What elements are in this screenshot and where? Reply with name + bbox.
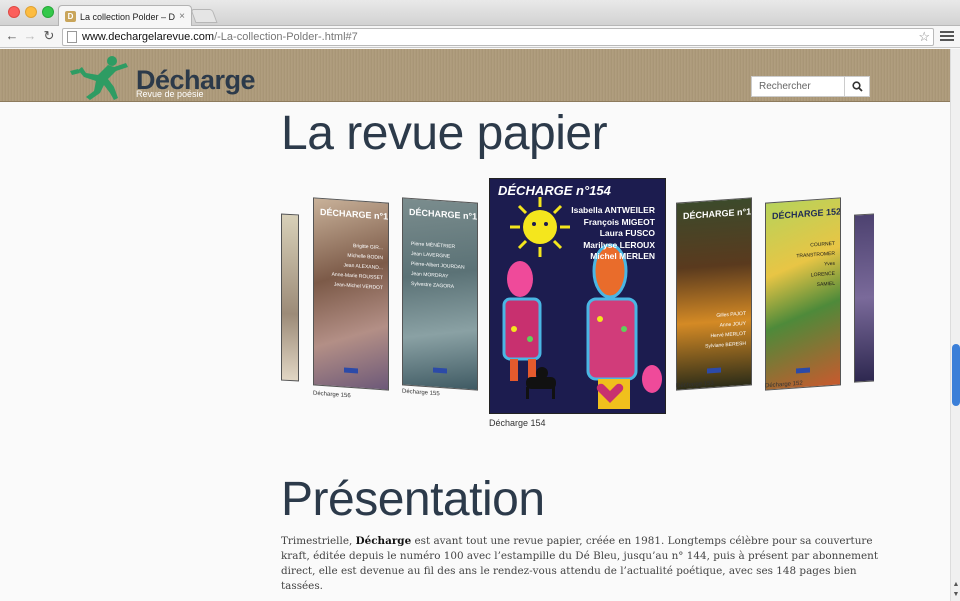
cover-tag [796, 367, 810, 374]
browser-toolbar: ← → ↻ www.dechargelarevue.com/-La-collec… [0, 26, 960, 48]
cover-152[interactable]: DÉCHARGE 152 COURNET TRANSTROMER Yves LO… [765, 197, 841, 391]
cover-155[interactable]: DÉCHARGE n°155 Pierre MÉNÉTRIER Jean LAV… [402, 197, 478, 391]
cover-tag [433, 367, 447, 374]
cover-156[interactable]: DÉCHARGE n°156 Brigitte GIR... Michelle … [313, 197, 389, 391]
section-title-revue: La revue papier [281, 107, 608, 160]
search-button[interactable] [844, 77, 869, 96]
address-bar[interactable]: www.dechargelarevue.com/-La-collection-P… [62, 28, 934, 46]
cover-authors: Brigitte GIR... Michelle BODIN Jean ALEX… [331, 243, 383, 292]
cover-title: DÉCHARGE n°153 [683, 205, 752, 222]
cover-edge-right[interactable] [854, 213, 874, 383]
menu-icon[interactable] [940, 29, 954, 43]
page-scrollbar[interactable]: ▲ ▼ [950, 49, 960, 601]
cover-caption: Décharge 156 [313, 390, 351, 400]
cover-153[interactable]: DÉCHARGE n°153 Gilles PAJOT Anne JOUY He… [676, 197, 752, 391]
scrollbar-thumb[interactable] [952, 344, 960, 406]
tab-close-icon[interactable]: × [179, 11, 185, 22]
window-titlebar: D La collection Polder – Déch × [0, 0, 960, 27]
cover-authors: COURNET TRANSTROMER Yves LORENCE SAMIEL [796, 240, 835, 289]
presentation-paragraph: Trimestrielle, Décharge est avant tout u… [281, 534, 881, 594]
site-header: Décharge Revue de poésie [0, 49, 950, 102]
search-form [751, 76, 870, 97]
scroll-down-icon[interactable]: ▼ [952, 591, 960, 599]
tab-title: La collection Polder – Déch [80, 11, 176, 22]
cover-caption: Décharge 154 [489, 418, 546, 428]
new-tab-button[interactable] [190, 9, 218, 23]
cover-154[interactable]: DÉCHARGE n°154 Isabella ANTWEILER Franço… [489, 178, 666, 414]
star-icon[interactable]: ☆ [918, 29, 930, 45]
browser-tab[interactable]: D La collection Polder – Déch × [58, 5, 192, 27]
cover-tag [344, 367, 358, 374]
cover-title: DÉCHARGE n°155 [409, 206, 478, 223]
back-arrow-icon[interactable]: ← [4, 28, 20, 44]
main-content: La revue papier DÉCHARGE n°156 Brigitte … [0, 102, 950, 601]
cover-title: DÉCHARGE n°156 [320, 206, 389, 223]
forward-arrow-icon[interactable]: → [22, 28, 38, 44]
logo-figure-icon [70, 56, 128, 100]
search-icon [851, 81, 863, 92]
cover-title: DÉCHARGE n°154 [498, 183, 611, 198]
reload-icon[interactable]: ↻ [41, 28, 57, 44]
cover-tag [707, 367, 721, 374]
cover-caption: Décharge 155 [402, 388, 440, 398]
cover-authors: Isabella ANTWEILER François MIGEOT Laura… [571, 205, 655, 261]
scroll-up-icon[interactable]: ▲ [952, 581, 960, 589]
site-logo[interactable]: Décharge Revue de poésie [68, 53, 268, 101]
cover-authors: Pierre MÉNÉTRIER Jean LAVERGNE Pierre-Al… [411, 240, 465, 290]
presentation-lead: Trimestrielle, [281, 535, 353, 547]
window-minimize-button[interactable] [25, 6, 37, 18]
search-input[interactable] [752, 77, 844, 96]
page-icon [67, 31, 77, 43]
window-maximize-button[interactable] [42, 6, 54, 18]
cover-edge-left[interactable] [281, 213, 299, 382]
url-path: /-La-collection-Polder-.html#7 [214, 31, 358, 43]
window-close-button[interactable] [8, 6, 20, 18]
cover-authors: Gilles PAJOT Anne JOUY Hervé MERLOT Sylv… [705, 310, 746, 350]
section-title-presentation: Présentation [281, 473, 545, 526]
logo-tagline: Revue de poésie [136, 89, 204, 99]
presentation-brand: Décharge [355, 535, 412, 547]
cover-carousel[interactable]: DÉCHARGE n°156 Brigitte GIR... Michelle … [281, 176, 874, 436]
cover-title: DÉCHARGE 152 [772, 206, 841, 222]
url-host: www.dechargelarevue.com [82, 31, 215, 43]
favicon-icon: D [65, 11, 76, 22]
